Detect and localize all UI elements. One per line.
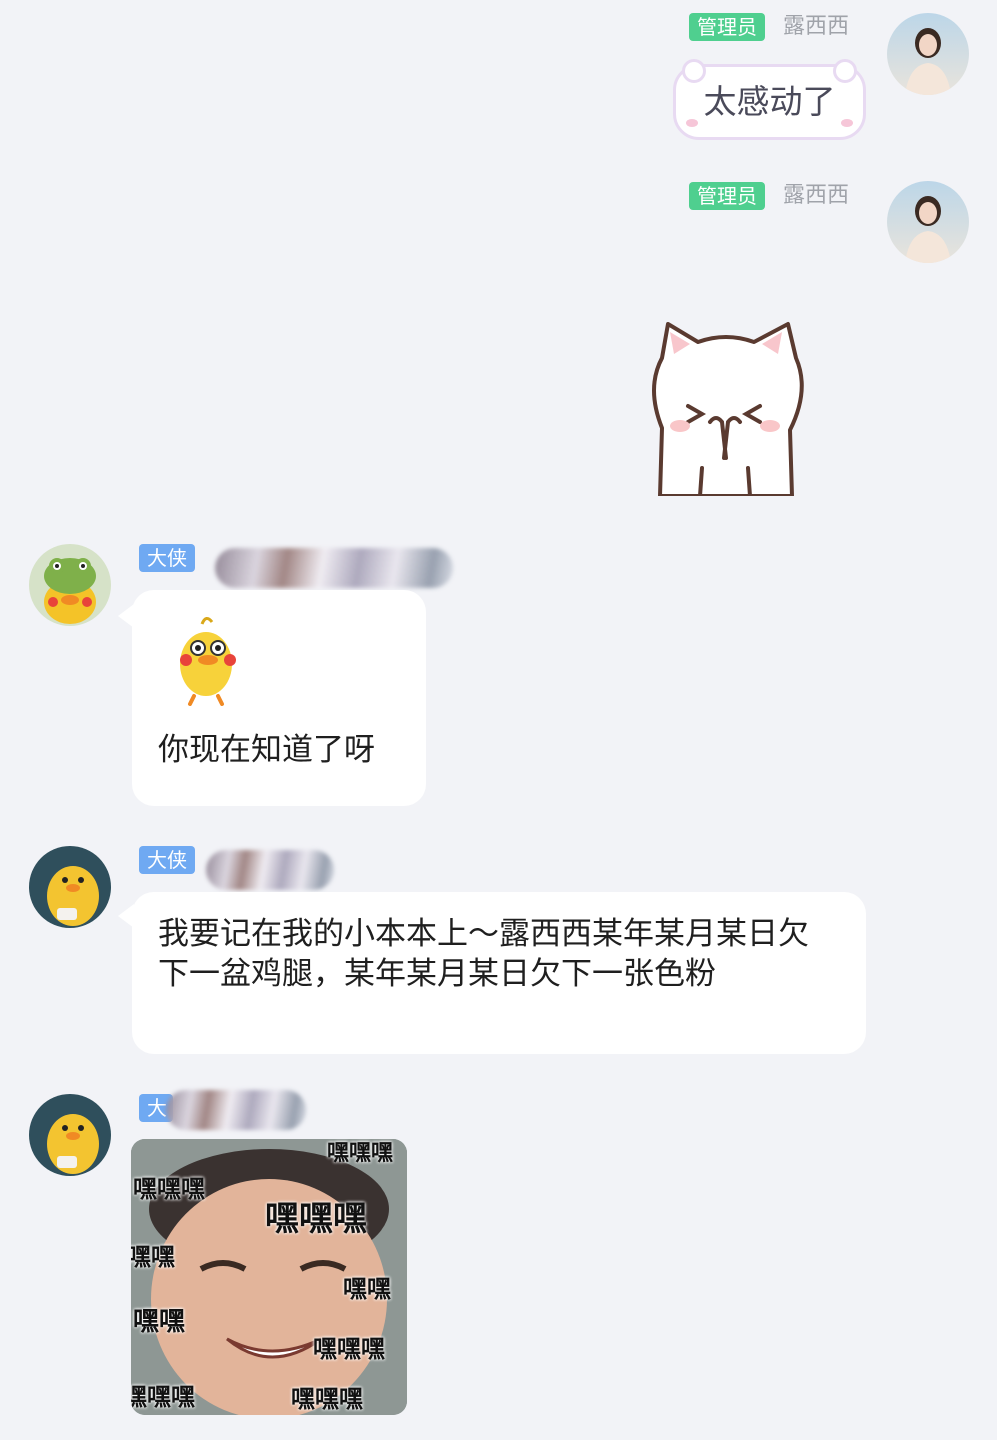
woman-portrait-icon [887, 181, 969, 263]
duck-sticker-icon [180, 617, 236, 706]
admin-badge: 管理员 [689, 182, 765, 210]
cat-covering-mouth-sticker[interactable] [640, 318, 812, 498]
message-bubble[interactable]: 你现在知道了呀 [132, 590, 426, 806]
yellow-duck-sticker[interactable] [160, 610, 256, 706]
overlay-text: 嘿嘿嘿 [131, 1383, 195, 1411]
sender-name[interactable]: 露西西 [783, 13, 849, 41]
duck-teacup-icon [29, 1094, 111, 1176]
overlay-text: 嘿嘿嘿 [327, 1141, 394, 1166]
overlay-text: 嘿嘿嘿 [265, 1199, 367, 1239]
blush-left [686, 119, 698, 127]
avatar[interactable] [29, 846, 111, 928]
overlay-text: 嘿嘿 [133, 1307, 186, 1337]
redacted-sender-name [166, 1090, 306, 1130]
message-text: 我要记在我的小本本上～露西西某年某月某日欠下一盆鸡腿，某年某月某日欠下一张色粉 [158, 916, 809, 992]
overlay-text: 嘿嘿 [131, 1243, 175, 1271]
woman-portrait-icon [887, 13, 969, 95]
avatar[interactable] [29, 544, 111, 626]
message-bubble[interactable]: 我要记在我的小本本上～露西西某年某月某日欠下一盆鸡腿，某年某月某日欠下一张色粉 [132, 892, 866, 1054]
message-text: 太感动了 [703, 82, 836, 121]
overlay-text: 嘿嘿嘿 [133, 1175, 205, 1203]
member-badge: 大侠 [139, 846, 195, 874]
message-text: 你现在知道了呀 [158, 732, 375, 768]
member-badge: 大侠 [139, 544, 195, 572]
overlay-text: 嘿嘿嘿 [291, 1385, 363, 1413]
bear-ear-left [682, 59, 706, 83]
avatar[interactable] [887, 181, 969, 263]
overlay-text: 嘿嘿 [343, 1275, 391, 1303]
duck-teacup-icon [29, 846, 111, 928]
avatar[interactable] [887, 13, 969, 95]
redacted-sender-name [215, 548, 453, 588]
message-bubble[interactable]: 太感动了 [673, 59, 866, 140]
admin-badge: 管理员 [689, 13, 765, 41]
blush-right [841, 119, 853, 127]
cat-sticker-icon [652, 322, 804, 498]
bear-ear-right [833, 59, 857, 83]
avatar[interactable] [29, 1094, 111, 1176]
meme-image[interactable]: 嘿嘿嘿 嘿嘿嘿 嘿嘿嘿 嘿嘿 嘿嘿 嘿嘿 嘿嘿嘿 嘿嘿嘿 嘿嘿嘿 [131, 1139, 407, 1415]
duck-frog-hat-icon [29, 544, 111, 626]
sender-name[interactable]: 露西西 [783, 182, 849, 210]
overlay-text: 嘿嘿嘿 [313, 1335, 385, 1363]
redacted-sender-name [206, 850, 334, 890]
